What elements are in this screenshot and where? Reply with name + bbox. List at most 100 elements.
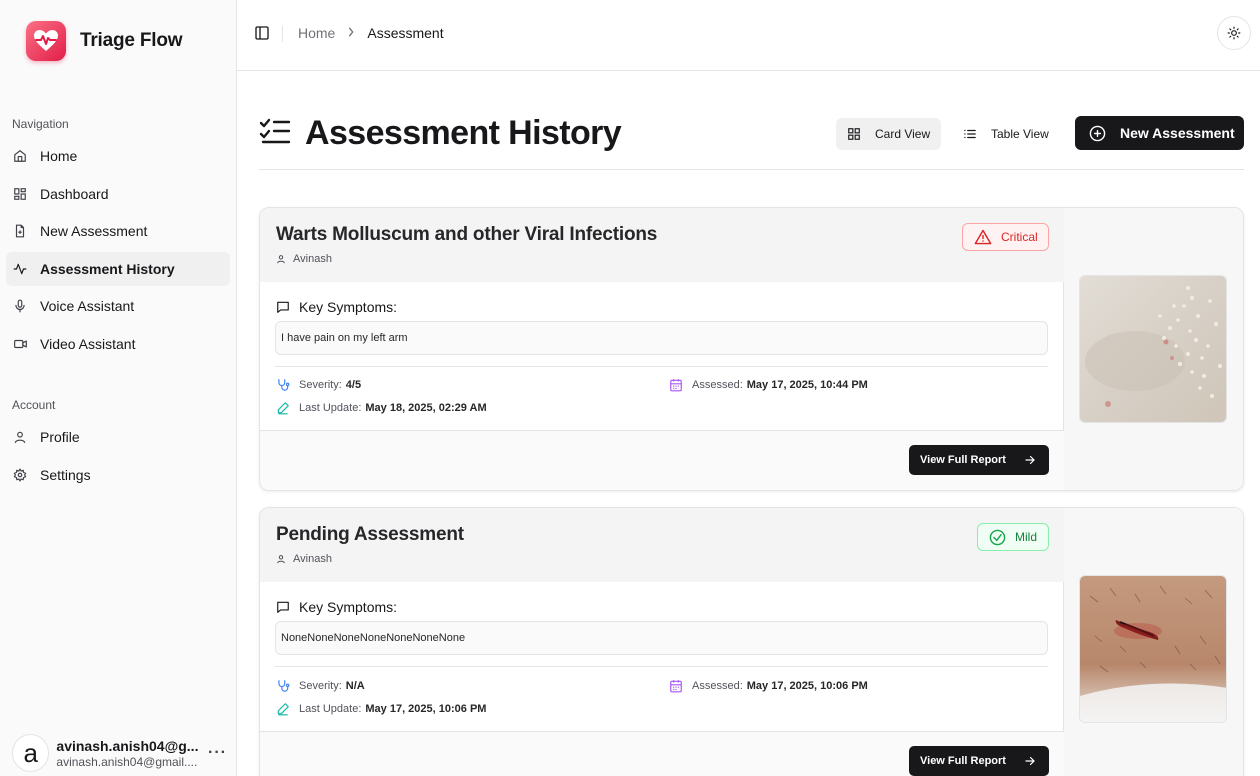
key-symptoms-label: Key Symptoms: [276,299,397,315]
table-view-button[interactable]: Table View [952,118,1060,150]
user-icon [277,555,285,564]
list-icon [964,129,976,139]
app-name: Triage Flow [80,30,183,51]
assessment-card: Warts Molluscum and other Viral Infectio… [259,207,1244,491]
user-email: avinash.anish04@gmail.... [56,754,198,769]
sidebar-item-profile[interactable]: Profile [6,420,230,454]
message-square-icon [277,301,289,313]
author-name: Avinash [293,553,332,565]
nav-section-label: Navigation [12,117,69,131]
sidebar-item-label: Profile [40,429,80,445]
sidebar-item-label: Voice Assistant [40,298,135,314]
last-update-value: May 17, 2025, 10:06 PM [365,703,487,715]
last-update-meta: Last Update: May 18, 2025, 02:29 AM [276,401,487,415]
home-icon [12,148,28,164]
last-update-meta: Last Update: May 17, 2025, 10:06 PM [276,702,486,716]
table-view-label: Table View [991,127,1049,141]
breadcrumb-home[interactable]: Home [298,25,335,41]
status-badge: Mild [977,523,1049,551]
arrow-right-icon [1025,756,1035,766]
video-icon [12,336,28,352]
more-options-icon[interactable]: ··· [208,744,227,762]
view-full-report-button[interactable]: View Full Report [909,445,1049,475]
assessment-title: Warts Molluscum and other Viral Infectio… [276,224,658,245]
divider [275,366,1048,367]
arrow-right-icon [1025,455,1035,465]
grid-icon [848,128,860,140]
stethoscope-icon [278,379,290,391]
severity-value: 4/5 [345,379,362,391]
sidebar-item-dashboard[interactable]: Dashboard [6,177,230,211]
user-menu[interactable]: a avinash.anish04@g... avinash.anish04@g… [12,734,227,772]
pen-icon [277,402,289,415]
breadcrumb-current: Assessment [367,25,444,41]
activity-icon [12,261,28,277]
list-checks-icon [259,117,291,150]
breadcrumb: Home Assessment [298,25,444,41]
last-update-value: May 18, 2025, 02:29 AM [365,402,487,414]
sidebar-item-label: Settings [40,467,91,483]
calendar-icon [670,379,682,392]
file-plus-icon [12,223,28,239]
sidebar-item-settings[interactable]: Settings [6,458,230,492]
severity-value: N/A [345,680,365,692]
message-square-icon [277,601,289,613]
chevron-right-icon [347,26,355,40]
assessment-card: Pending Assessment Avinash Mild Key Symp… [259,507,1244,776]
plus-circle-icon [1089,125,1106,141]
pen-icon [277,703,289,716]
sidebar-toggle-icon[interactable] [254,25,270,41]
author-name: Avinash [293,253,332,265]
new-assessment-button[interactable]: New Assessment [1075,116,1244,150]
assessment-title: Pending Assessment [276,524,464,545]
check-circle-icon [989,529,1006,545]
sidebar-item-label: Dashboard [40,186,109,202]
status-badge: Critical [962,223,1049,251]
heart-pulse-logo-icon [26,21,66,61]
assessed-meta: Assessed: May 17, 2025, 10:44 PM [669,378,868,392]
assessment-author: Avinash [276,253,332,265]
sidebar-item-label: Assessment History [40,261,175,277]
brand[interactable]: Triage Flow [26,21,183,61]
page-header: Assessment History Card View Table View … [259,114,1244,170]
gear-icon [12,467,28,483]
divider [275,666,1048,667]
badge-label: Mild [1015,530,1038,544]
assessed-meta: Assessed: May 17, 2025, 10:06 PM [669,679,868,693]
calendar-icon [670,680,682,693]
assessment-author: Avinash [276,553,332,565]
theme-toggle-button[interactable] [1217,16,1251,50]
sidebar-item-voice-assistant[interactable]: Voice Assistant [6,289,230,323]
sidebar-item-home[interactable]: Home [6,139,230,173]
card-view-button[interactable]: Card View [836,118,942,150]
assessment-image[interactable] [1079,575,1227,723]
user-name: avinash.anish04@g... [56,737,199,754]
assessed-value: May 17, 2025, 10:06 PM [746,680,868,692]
avatar: a [12,734,50,772]
card-view-label: Card View [875,127,931,141]
sidebar-item-label: Video Assistant [40,336,136,352]
sidebar-item-label: New Assessment [40,223,148,239]
sun-icon [1227,26,1241,40]
severity-meta: Severity: 4/5 [276,378,361,392]
sidebar-item-new-assessment[interactable]: New Assessment [6,214,230,248]
sidebar-item-label: Home [40,148,78,164]
assessment-image[interactable] [1079,275,1227,423]
mic-icon [12,298,28,314]
topbar-divider [282,26,283,42]
alert-triangle-icon [974,229,992,245]
account-section-label: Account [12,398,56,412]
topbar: Home Assessment [237,0,1260,71]
dashboard-icon [12,186,28,202]
badge-label: Critical [1001,230,1038,244]
view-full-report-button[interactable]: View Full Report [909,746,1049,776]
sidebar-item-video-assistant[interactable]: Video Assistant [6,327,230,361]
sidebar: Triage Flow Navigation Home Dashboard Ne… [0,0,237,776]
user-icon [12,429,28,445]
severity-meta: Severity: N/A [276,679,365,693]
stethoscope-icon [278,680,290,692]
user-icon [277,255,285,264]
key-symptoms-text: I have pain on my left arm [275,321,1048,355]
sidebar-item-assessment-history[interactable]: Assessment History [6,252,230,286]
key-symptoms-text: NoneNoneNoneNoneNoneNoneNone [275,621,1048,655]
